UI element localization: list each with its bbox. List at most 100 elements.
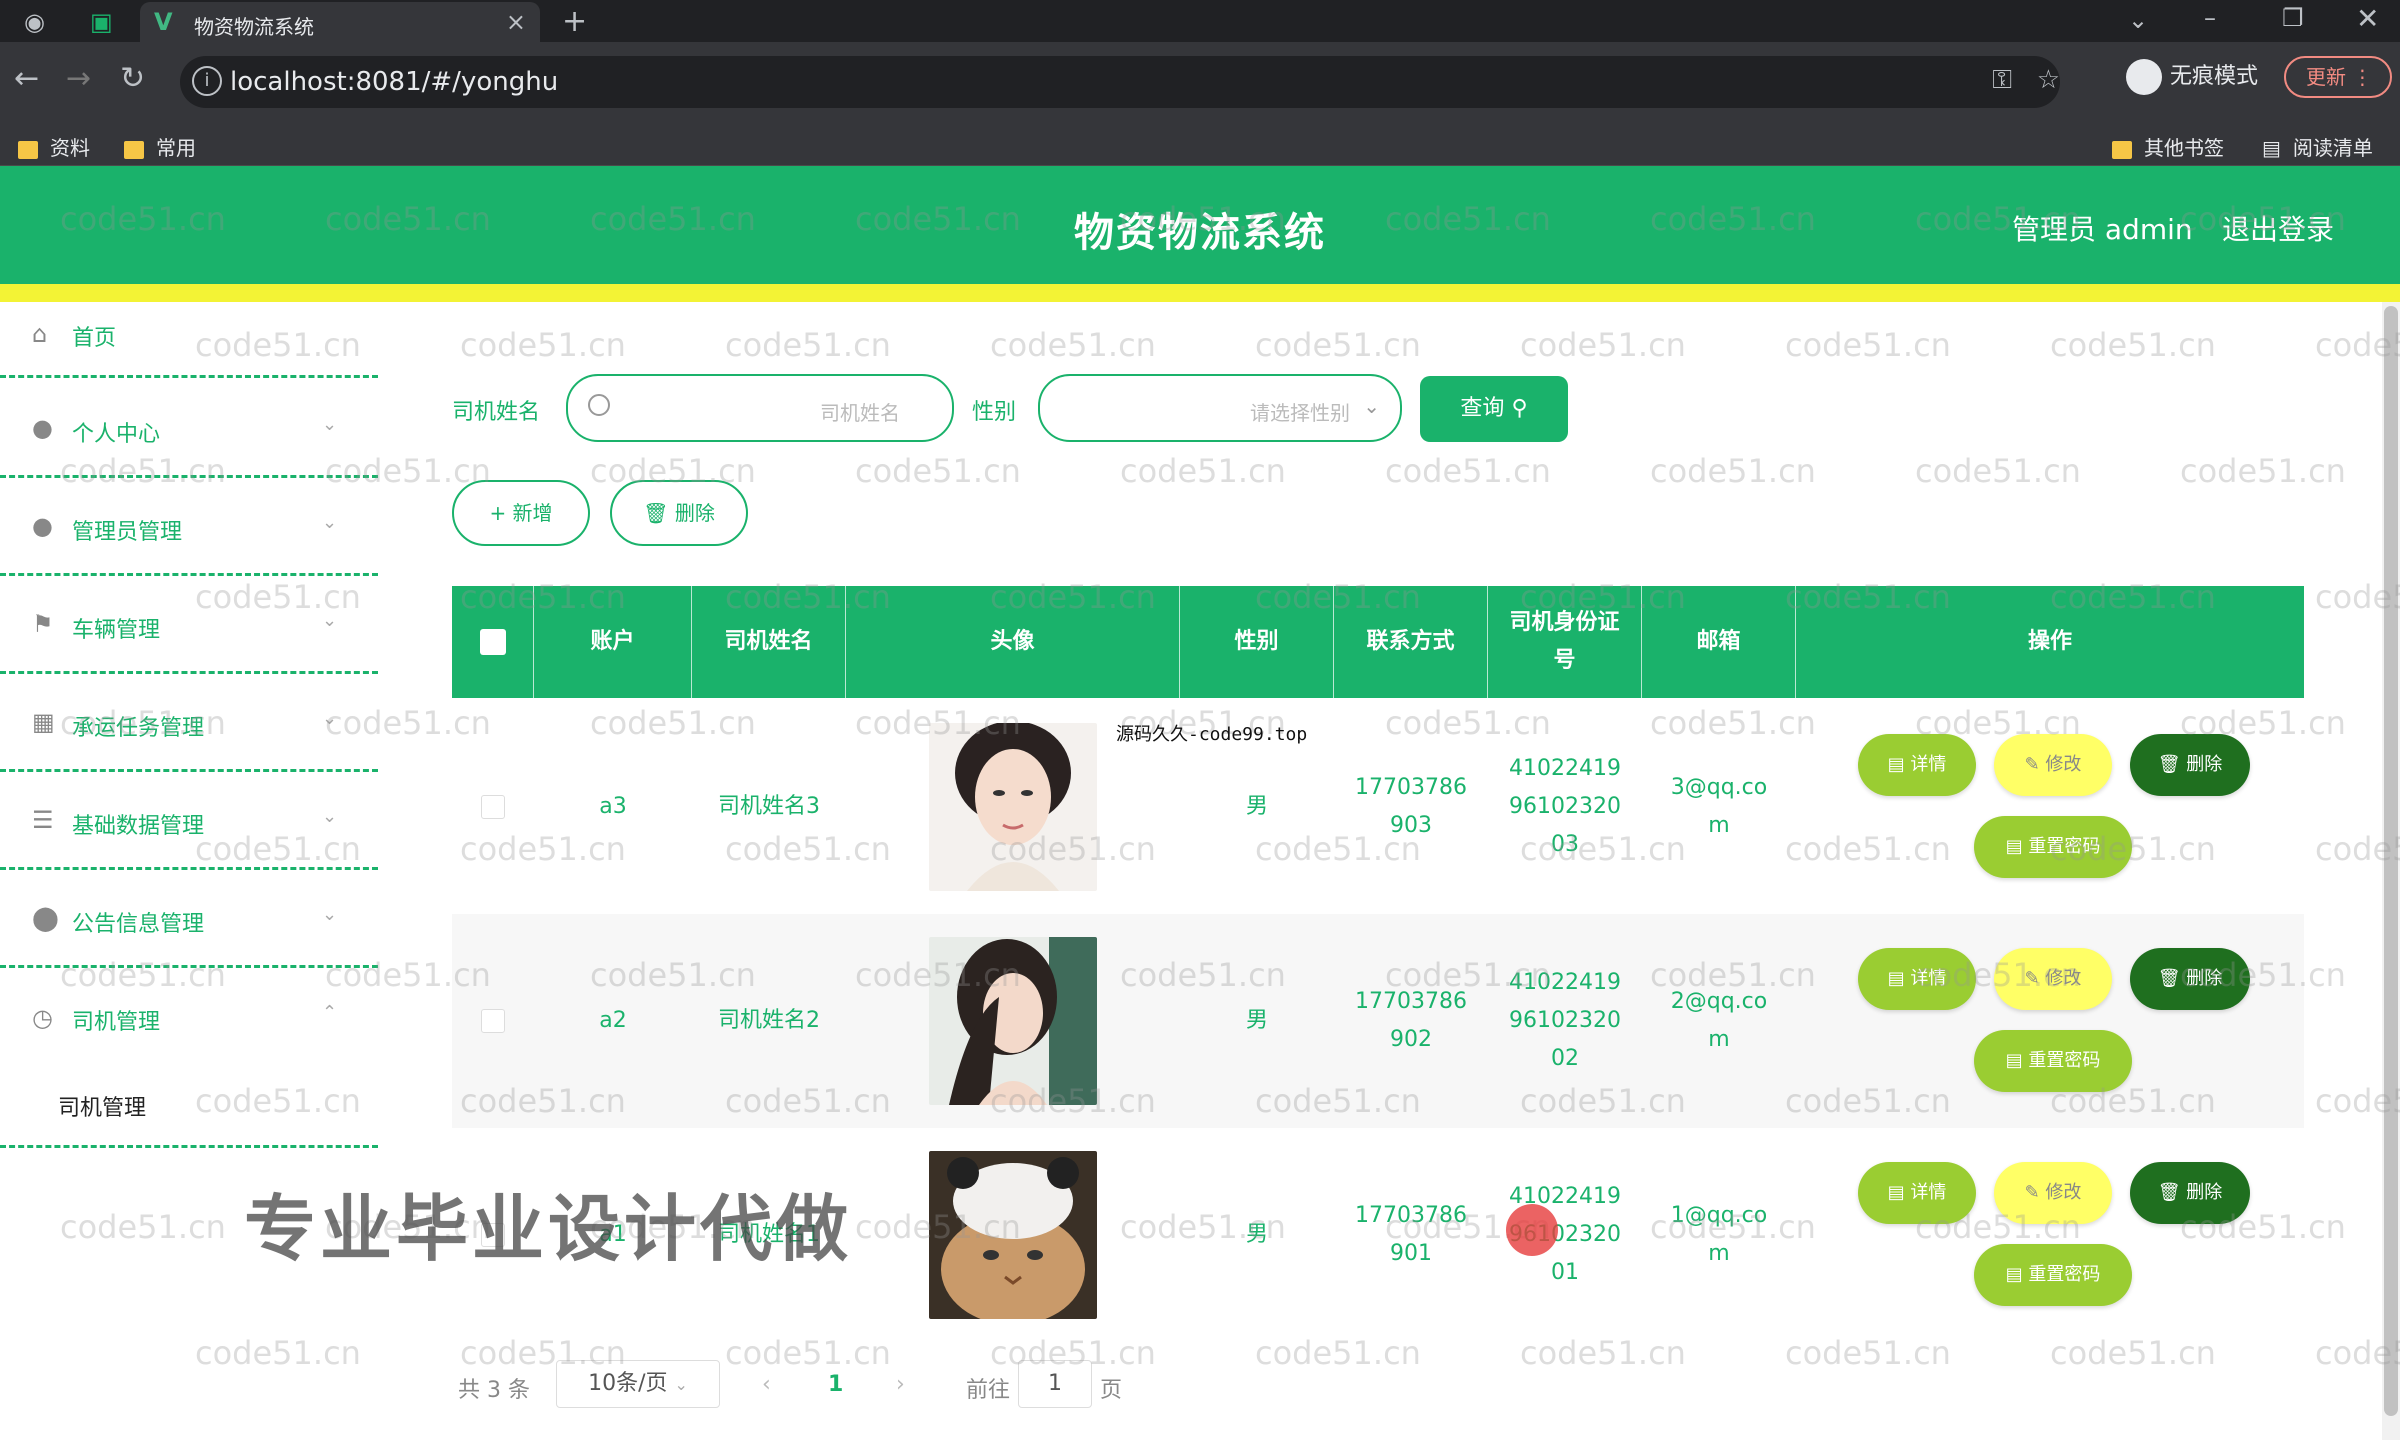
menu-dots-icon: ⋮ [2352, 65, 2373, 89]
close-tab-icon[interactable]: × [506, 8, 526, 36]
sidebar-item-personal[interactable]: ● 个人中心 ⌄ [0, 380, 378, 478]
delete-label: 删除 [2186, 1182, 2223, 1203]
idcard-cell: 410224199610232002 [1488, 914, 1642, 1128]
query-button[interactable]: 查询 ⚲ [1420, 376, 1568, 442]
table-row: a3 司机姓名3 男 17703786903 41022419961023200… [452, 700, 2304, 914]
driver-name-input[interactable]: 司机姓名 [566, 374, 954, 442]
incognito-indicator[interactable]: 无痕模式 [2126, 58, 2258, 95]
restore-icon[interactable]: ❐ [2282, 4, 2304, 32]
driver-name-cell: 司机姓名2 [718, 1008, 820, 1033]
prev-page-icon[interactable]: ‹ [762, 1372, 771, 1397]
row-checkbox[interactable] [481, 1009, 505, 1033]
edit-button[interactable]: ✎ 修改 [1994, 948, 2112, 1010]
sidebar-item-label: 首页 [72, 326, 117, 351]
trash-icon: 🗑 [643, 501, 669, 525]
chevron-down-icon: ⌄ [322, 610, 338, 631]
tab-search-chevron-icon[interactable]: ⌄ [2128, 6, 2148, 34]
browser-tab-active[interactable]: V 物资物流系统 × [140, 2, 540, 42]
watermark-text: code51.cn [990, 326, 1156, 364]
folder-icon [18, 140, 38, 159]
bookmark-other[interactable]: 其他书签 [2112, 132, 2224, 161]
page-size-select[interactable]: 10条/页 ⌄ [556, 1360, 720, 1408]
bookmark-label: 阅读清单 [2292, 136, 2373, 160]
url-text: localhost:8081/#/yonghu [230, 67, 559, 97]
col-idcard: 司机身份证号 [1488, 586, 1642, 698]
browser-profile-icon[interactable]: ◉ [24, 8, 45, 36]
minimize-icon[interactable]: – [2204, 4, 2216, 32]
phone-cell: 17703786902 [1334, 914, 1488, 1128]
batch-delete-button[interactable]: 🗑 删除 [610, 480, 748, 546]
sidebar-item-home[interactable]: ⌂ 首页 [0, 282, 378, 378]
sidebar-item-vehicles[interactable]: ⚑ 车辆管理 ⌄ [0, 576, 378, 674]
add-label: + 新增 [489, 501, 553, 525]
page-size-value: 10条/页 [588, 1371, 668, 1396]
delete-button[interactable]: 🗑 删除 [2130, 1162, 2250, 1224]
page-scrollbar-thumb[interactable] [2384, 306, 2398, 1416]
pinned-tab-icon[interactable]: ▣ [90, 8, 113, 36]
detail-button[interactable]: ▤ 详情 [1858, 948, 1976, 1010]
bookmark-folder-ziliao[interactable]: 资料 [18, 132, 90, 161]
gender-select[interactable]: 请选择性别 ⌄ [1038, 374, 1402, 442]
folder-icon [124, 140, 144, 159]
search-icon [588, 394, 610, 416]
bookmark-folder-changyong[interactable]: 常用 [124, 132, 196, 161]
close-window-icon[interactable]: ✕ [2356, 2, 2379, 35]
reset-password-button[interactable]: ▤ 重置密码 [1974, 1030, 2132, 1092]
reading-list[interactable]: ▤ 阅读清单 [2262, 132, 2373, 161]
vue-favicon-icon: V [154, 8, 173, 36]
idcard-value: 410224199610232003 [1509, 756, 1621, 857]
browser-tab-bar: ◉ ▣ V 物资物流系统 × + ⌄ – ❐ ✕ [0, 0, 2400, 42]
sidebar-item-label: 承运任务管理 [72, 716, 205, 741]
query-label: 查询 [1460, 396, 1505, 421]
watermark-text: code51.cn [1520, 326, 1686, 364]
sidebar-item-drivers[interactable]: ◷ 司机管理 ⌃ [0, 968, 378, 1148]
row-checkbox[interactable] [481, 795, 505, 819]
watermark-text: code51.cn [1120, 452, 1286, 490]
address-bar[interactable]: i localhost:8081/#/yonghu ⚿ ☆ [180, 56, 2060, 108]
delete-button[interactable]: 🗑 删除 [2130, 948, 2250, 1010]
reset-label: 重置密码 [2028, 836, 2101, 857]
update-button[interactable]: 更新 ⋮ [2284, 56, 2392, 98]
sidebar-item-basedata[interactable]: ☰ 基础数据管理 ⌄ [0, 772, 378, 870]
sidebar-item-tasks[interactable]: ▦ 承运任务管理 ⌄ [0, 674, 378, 772]
watermark-text: code51.cn [1915, 452, 2081, 490]
sidebar-item-label: 公告信息管理 [72, 912, 205, 937]
page-number-current[interactable]: 1 [828, 1372, 843, 1397]
new-tab-icon[interactable]: + [562, 4, 587, 39]
edit-button[interactable]: ✎ 修改 [1994, 1162, 2112, 1224]
add-button[interactable]: + 新增 [452, 480, 590, 546]
watermark-text: code51.cn [855, 452, 1021, 490]
next-page-icon[interactable]: › [896, 1372, 905, 1397]
admin-label: 管理员 admin [2012, 213, 2193, 246]
edit-button[interactable]: ✎ 修改 [1994, 734, 2112, 796]
site-info-icon[interactable]: i [192, 66, 222, 96]
back-icon[interactable]: ← [14, 64, 39, 94]
sidebar-item-notices[interactable]: ⬤ 公告信息管理 ⌄ [0, 870, 378, 968]
password-key-icon[interactable]: ⚿ [1992, 65, 2012, 96]
reading-list-icon: ▤ [2262, 136, 2281, 160]
bookmark-star-icon[interactable]: ☆ [2037, 65, 2060, 95]
watermark-text: code51.cn [725, 326, 891, 364]
select-all-cell [452, 586, 534, 698]
reset-password-button[interactable]: ▤ 重置密码 [1974, 1244, 2132, 1306]
incognito-label: 无痕模式 [2170, 64, 2259, 89]
logout-link[interactable]: 退出登录 [2222, 208, 2334, 248]
col-account: 账户 [534, 586, 692, 698]
sidebar-subitem-drivers[interactable]: 司机管理 [58, 1090, 146, 1122]
home-icon: ⌂ [32, 320, 48, 348]
driver-name-cell: 司机姓名3 [718, 794, 820, 819]
forward-icon[interactable]: → [66, 64, 91, 94]
reset-password-button[interactable]: ▤ 重置密码 [1974, 816, 2132, 878]
delete-button[interactable]: 🗑 删除 [2130, 734, 2250, 796]
chevron-up-icon: ⌃ [322, 1002, 338, 1023]
bookmark-label: 常用 [156, 136, 196, 160]
email-cell: 3@qq.com [1642, 700, 1796, 914]
sidebar-item-admins[interactable]: ● 管理员管理 ⌄ [0, 478, 378, 576]
goto-page-input[interactable]: 1 [1018, 1360, 1092, 1408]
delete-label: 删除 [2186, 754, 2223, 775]
sidebar-item-label: 个人中心 [72, 422, 161, 447]
detail-button[interactable]: ▤ 详情 [1858, 1162, 1976, 1224]
reload-icon[interactable]: ↻ [120, 64, 145, 94]
select-all-checkbox[interactable] [479, 629, 506, 655]
detail-button[interactable]: ▤ 详情 [1858, 734, 1976, 796]
